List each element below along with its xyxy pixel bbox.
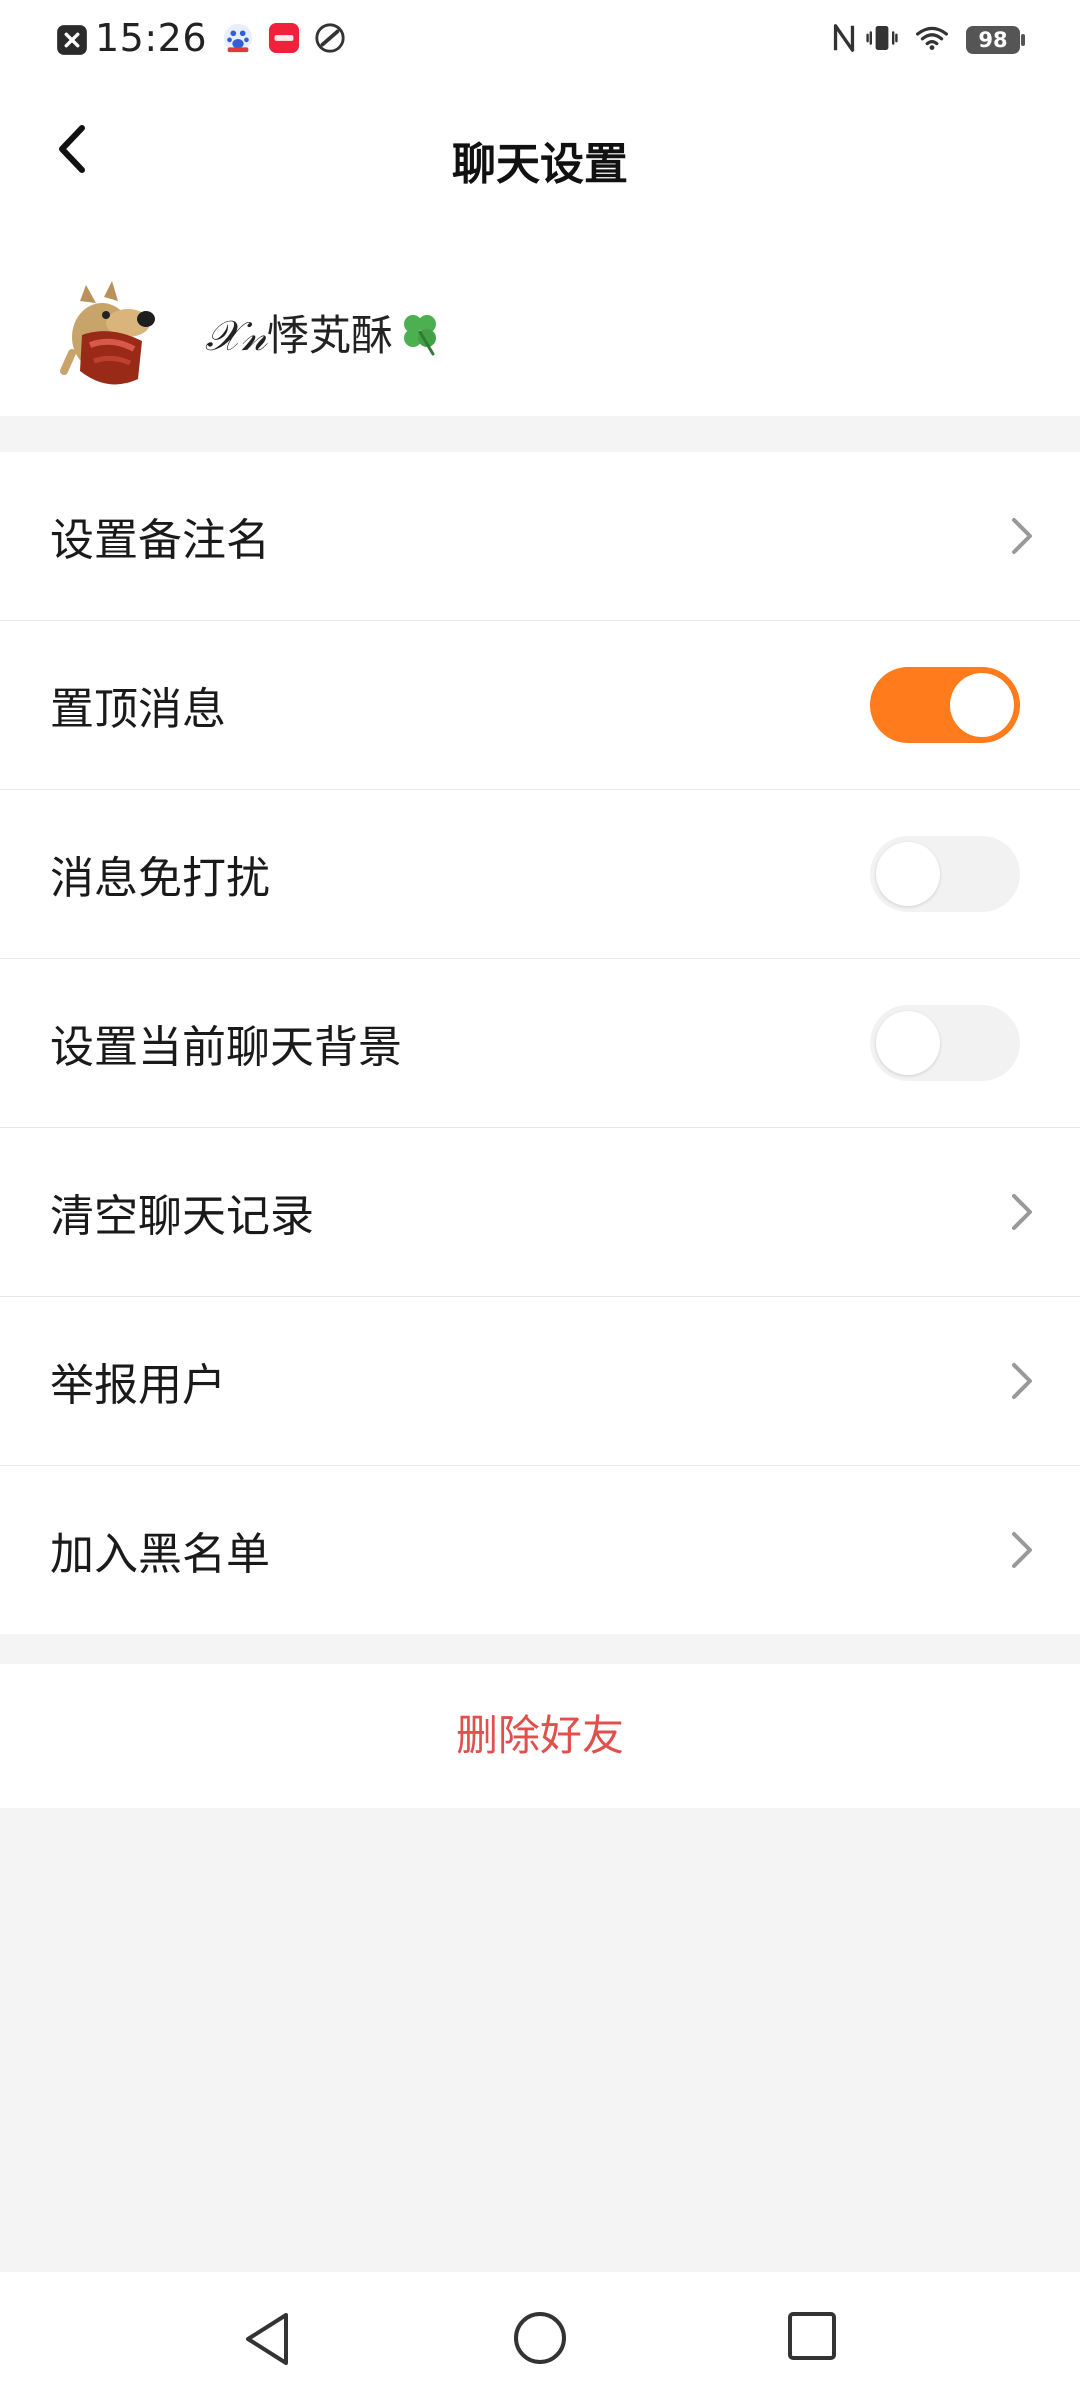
row-clear-history[interactable]: 清空聊天记录 (0, 1128, 1080, 1297)
row-label: 举报用户 (50, 1360, 226, 1411)
nickname-script: 𝒳𝓃 (205, 311, 267, 360)
top-area: 15:26 98 聊天设置 𝒳𝓃悸芄酥 (0, 0, 1080, 416)
delete-friend-button[interactable]: 删除好友 (0, 1664, 1080, 1808)
row-report-user[interactable]: 举报用户 (0, 1297, 1080, 1466)
clover-icon (404, 315, 437, 356)
chevron-right-icon (1012, 1363, 1032, 1399)
row-do-not-disturb: 消息免打扰 (0, 790, 1080, 959)
toggle-knob (876, 842, 940, 906)
row-set-remark-name[interactable]: 设置备注名 (0, 452, 1080, 621)
row-label: 设置当前聊天背景 (50, 1022, 402, 1073)
row-chat-background: 设置当前聊天背景 (0, 959, 1080, 1128)
nickname-text: 悸芄酥 (267, 311, 394, 360)
row-label: 设置备注名 (50, 515, 270, 566)
chevron-right-icon (1012, 1194, 1032, 1230)
recents-square-icon[interactable] (786, 2310, 838, 2362)
red-app-icon (268, 22, 300, 54)
chevron-right-icon (1012, 518, 1032, 554)
header: 聊天设置 (0, 84, 1080, 234)
avatar[interactable] (50, 275, 170, 395)
row-label: 置顶消息 (50, 684, 226, 735)
chat-background-toggle[interactable] (870, 1005, 1020, 1081)
row-label: 加入黑名单 (50, 1529, 270, 1580)
battery-icon: 98 (966, 26, 1020, 54)
delete-area: 删除好友 (0, 1664, 1080, 1808)
nickname: 𝒳𝓃悸芄酥 (205, 302, 443, 363)
row-pin-message: 置顶消息 (0, 621, 1080, 790)
row-add-blacklist[interactable]: 加入黑名单 (0, 1466, 1080, 1634)
status-bar: 15:26 98 (0, 0, 1080, 84)
battery-level: 98 (978, 28, 1008, 52)
back-triangle-icon[interactable] (240, 2310, 294, 2368)
link-app-icon (315, 23, 345, 53)
profile-row[interactable]: 𝒳𝓃悸芄酥 (0, 260, 1080, 400)
chevron-right-icon (1012, 1532, 1032, 1568)
toggle-knob (950, 673, 1014, 737)
close-notification-icon (57, 25, 87, 55)
settings-list: 设置备注名 置顶消息 消息免打扰 设置当前聊天背景 清空聊天记录 举报用户 加入… (0, 452, 1080, 1634)
wifi-icon (916, 26, 948, 50)
home-circle-icon[interactable] (512, 2310, 568, 2366)
status-time: 15:26 (95, 16, 208, 60)
row-label: 消息免打扰 (50, 853, 270, 904)
system-nav-bar (0, 2272, 1080, 2400)
pin-message-toggle[interactable] (870, 667, 1020, 743)
page-title: 聊天设置 (452, 139, 628, 190)
row-label: 清空聊天记录 (50, 1191, 314, 1242)
do-not-disturb-toggle[interactable] (870, 836, 1020, 912)
baidu-app-icon (223, 23, 253, 53)
toggle-knob (876, 1011, 940, 1075)
battery-tip (1021, 34, 1025, 46)
nfc-icon (833, 24, 855, 52)
vibrate-icon (866, 26, 898, 50)
